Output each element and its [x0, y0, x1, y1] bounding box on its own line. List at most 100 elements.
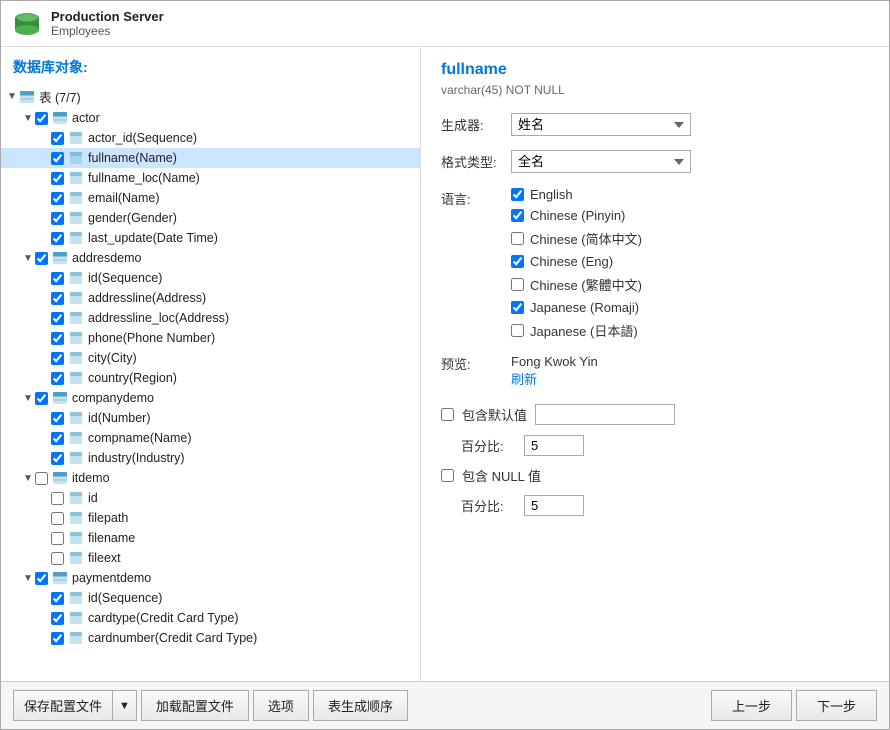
field-icon	[68, 210, 84, 226]
tree-item-comp_industry[interactable]: industry(Industry)	[1, 448, 420, 468]
tree-checkbox-addr_id[interactable]	[51, 272, 64, 285]
tree-item-comp_name[interactable]: compname(Name)	[1, 428, 420, 448]
load-config-button[interactable]: 加载配置文件	[141, 690, 249, 721]
tree-item-pay_cardnumber[interactable]: cardnumber(Credit Card Type)	[1, 628, 420, 648]
tree-checkbox-addressdemo[interactable]	[35, 252, 48, 265]
include-default-checkbox[interactable]	[441, 408, 454, 421]
tree-checkbox-companydemo[interactable]	[35, 392, 48, 405]
tree-checkbox-it_fileext[interactable]	[51, 552, 64, 565]
tree-item-fullname[interactable]: fullname(Name)	[1, 148, 420, 168]
lang-checkbox-lang_chinese_traditional[interactable]	[511, 278, 524, 291]
tree-label-companydemo: companydemo	[72, 391, 154, 405]
lang-checkbox-lang_japanese_romaji[interactable]	[511, 301, 524, 314]
tree-item-fullname_loc[interactable]: fullname_loc(Name)	[1, 168, 420, 188]
lang-checkbox-lang_chinese_eng[interactable]	[511, 255, 524, 268]
tree-checkbox-addr_addressline_loc[interactable]	[51, 312, 64, 325]
options-button[interactable]: 选项	[253, 690, 309, 721]
tree-item-addr_country[interactable]: country(Region)	[1, 368, 420, 388]
tree-checkbox-actor[interactable]	[35, 112, 48, 125]
tree-checkbox-itdemo[interactable]	[35, 472, 48, 485]
include-null-label: 包含 NULL 值	[462, 466, 541, 485]
refresh-button[interactable]: 刷新	[511, 369, 869, 388]
tree-checkbox-addr_country[interactable]	[51, 372, 64, 385]
tree-item-gender[interactable]: gender(Gender)	[1, 208, 420, 228]
tree-item-root[interactable]: ▼ 表 (7/7)	[1, 85, 420, 108]
lang-checkbox-lang_chinese_pinyin[interactable]	[511, 209, 524, 222]
expand-arrow[interactable]: ▼	[21, 573, 35, 584]
percent-input-1[interactable]	[524, 435, 584, 456]
tree-item-email[interactable]: email(Name)	[1, 188, 420, 208]
expand-arrow[interactable]: ▼	[21, 253, 35, 264]
tree-item-it_filename[interactable]: filename	[1, 528, 420, 548]
tree-item-it_fileext[interactable]: fileext	[1, 548, 420, 568]
lang-checkbox-lang_chinese_simplified[interactable]	[511, 232, 524, 245]
tree-item-itdemo[interactable]: ▼ itdemo	[1, 468, 420, 488]
expand-arrow[interactable]: ▼	[5, 91, 19, 102]
percent-label-2: 百分比:	[461, 496, 516, 515]
tree-checkbox-gender[interactable]	[51, 212, 64, 225]
format-select[interactable]: 全名名 姓姓 名	[511, 150, 691, 173]
tree-item-it_id[interactable]: id	[1, 488, 420, 508]
tree-item-addr_addressline[interactable]: addressline(Address)	[1, 288, 420, 308]
tree-item-addr_phone[interactable]: phone(Phone Number)	[1, 328, 420, 348]
tree-checkbox-pay_cardnumber[interactable]	[51, 632, 64, 645]
tree-label-comp_industry: industry(Industry)	[88, 451, 185, 465]
next-button[interactable]: 下一步	[796, 690, 877, 721]
lang-checkbox-lang_japanese[interactable]	[511, 324, 524, 337]
lang-label-lang_english: English	[530, 187, 573, 202]
tree-checkbox-pay_cardtype[interactable]	[51, 612, 64, 625]
tree-item-pay_cardtype[interactable]: cardtype(Credit Card Type)	[1, 608, 420, 628]
tree-checkbox-it_filepath[interactable]	[51, 512, 64, 525]
tree-checkbox-comp_name[interactable]	[51, 432, 64, 445]
tree-checkbox-comp_industry[interactable]	[51, 452, 64, 465]
tree-item-actor_id[interactable]: actor_id(Sequence)	[1, 128, 420, 148]
field-icon	[68, 370, 84, 386]
tree-item-actor[interactable]: ▼ actor	[1, 108, 420, 128]
prev-button[interactable]: 上一步	[711, 690, 792, 721]
tree-area[interactable]: ▼ 表 (7/7)▼ actor actor_id(Sequence) full…	[1, 83, 420, 681]
tree-item-addressdemo[interactable]: ▼ addresdemo	[1, 248, 420, 268]
lang-item-lang_chinese_simplified: Chinese (简体中文)	[511, 229, 869, 248]
window-title: Production Server	[51, 9, 164, 24]
tree-checkbox-fullname_loc[interactable]	[51, 172, 64, 185]
tree-item-addr_city[interactable]: city(City)	[1, 348, 420, 368]
field-icon	[68, 590, 84, 606]
generator-select[interactable]: 姓名名字姓氏全名	[511, 113, 691, 136]
tree-item-companydemo[interactable]: ▼ companydemo	[1, 388, 420, 408]
tree-checkbox-comp_id[interactable]	[51, 412, 64, 425]
expand-arrow[interactable]: ▼	[21, 393, 35, 404]
tree-item-addr_id[interactable]: id(Sequence)	[1, 268, 420, 288]
lang-checkbox-lang_english[interactable]	[511, 188, 524, 201]
save-config-arrow[interactable]: ▼	[112, 690, 137, 721]
tree-checkbox-it_id[interactable]	[51, 492, 64, 505]
tree-item-last_update[interactable]: last_update(Date Time)	[1, 228, 420, 248]
tree-checkbox-paymentdemo[interactable]	[35, 572, 48, 585]
expand-arrow[interactable]: ▼	[21, 473, 35, 484]
save-config-button[interactable]: 保存配置文件	[13, 690, 112, 721]
field-icon	[68, 550, 84, 566]
tree-item-comp_id[interactable]: id(Number)	[1, 408, 420, 428]
tree-checkbox-it_filename[interactable]	[51, 532, 64, 545]
tree-checkbox-addr_city[interactable]	[51, 352, 64, 365]
lang-item-lang_chinese_eng: Chinese (Eng)	[511, 254, 869, 269]
percent-input-2[interactable]	[524, 495, 584, 516]
tree-checkbox-actor_id[interactable]	[51, 132, 64, 145]
app-icon	[13, 10, 41, 38]
tree-checkbox-fullname[interactable]	[51, 152, 64, 165]
tree-checkbox-email[interactable]	[51, 192, 64, 205]
tree-item-pay_id[interactable]: id(Sequence)	[1, 588, 420, 608]
tree-checkbox-pay_id[interactable]	[51, 592, 64, 605]
tree-checkbox-addr_phone[interactable]	[51, 332, 64, 345]
tree-checkbox-addr_addressline[interactable]	[51, 292, 64, 305]
tree-checkbox-last_update[interactable]	[51, 232, 64, 245]
tree-label-it_fileext: fileext	[88, 551, 121, 565]
expand-arrow[interactable]: ▼	[21, 113, 35, 124]
table-order-button[interactable]: 表生成顺序	[313, 690, 408, 721]
tree-label-itdemo: itdemo	[72, 471, 110, 485]
include-null-checkbox[interactable]	[441, 469, 454, 482]
generator-control: 姓名名字姓氏全名	[511, 113, 869, 136]
tree-item-paymentdemo[interactable]: ▼ paymentdemo	[1, 568, 420, 588]
tree-item-it_filepath[interactable]: filepath	[1, 508, 420, 528]
include-default-input[interactable]	[535, 404, 675, 425]
tree-item-addr_addressline_loc[interactable]: addressline_loc(Address)	[1, 308, 420, 328]
